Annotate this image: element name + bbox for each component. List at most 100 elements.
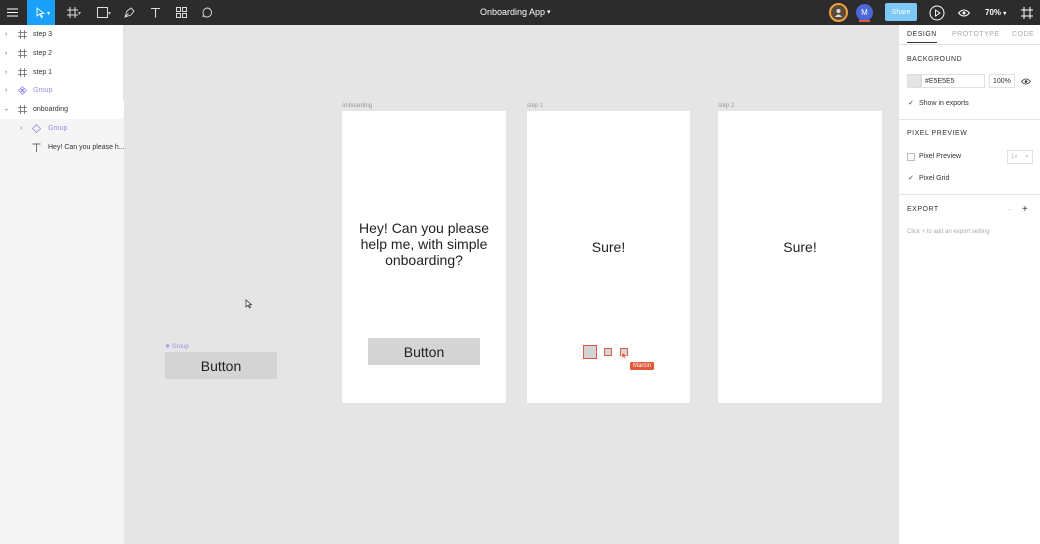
- components-button[interactable]: [172, 0, 190, 25]
- zoom-level[interactable]: 70% ▾: [985, 8, 1006, 17]
- layer-step-2[interactable]: › step 2: [0, 44, 124, 62]
- export-hint: Click + to add an export setting: [907, 229, 990, 235]
- toolbar: ▾ ▾ ▾ Onboarding App ▾ M Share 70% ▾: [0, 0, 1040, 25]
- layer-label: step 3: [33, 30, 53, 38]
- chevron-down-icon: ▾: [108, 11, 112, 17]
- present-button[interactable]: [927, 0, 947, 25]
- chevron-down-icon[interactable]: ▾: [547, 8, 551, 16]
- frame-step-2[interactable]: Sure!: [718, 111, 882, 403]
- mouse-cursor-icon: [245, 299, 253, 309]
- cursor-settings-button[interactable]: [1018, 0, 1036, 25]
- chevron-right-icon[interactable]: ›: [5, 50, 7, 57]
- background-hex-input[interactable]: #E5E5E5: [921, 74, 985, 88]
- menu-icon[interactable]: [0, 0, 25, 25]
- frame-label[interactable]: onboarding: [342, 103, 372, 109]
- tab-active-indicator: [907, 42, 937, 43]
- layer-label: step 1: [33, 68, 53, 76]
- small-square[interactable]: [583, 345, 597, 359]
- avatar[interactable]: [829, 3, 848, 22]
- view-settings-button[interactable]: [955, 0, 973, 25]
- onboarding-button[interactable]: Button: [368, 338, 480, 365]
- layer-label: step 2: [33, 49, 53, 57]
- chevron-right-icon[interactable]: ›: [5, 69, 7, 76]
- step-2-text: Sure!: [783, 239, 817, 255]
- onboarding-text: Hey! Can you please help me, with simple…: [359, 220, 489, 268]
- chevron-down-icon: ▾: [47, 11, 51, 17]
- layers-panel: › step 3 › step 2 › step 1 › Group › onb…: [0, 25, 125, 544]
- small-square[interactable]: [604, 348, 612, 356]
- frame-icon: [66, 7, 78, 18]
- show-in-exports-checkbox[interactable]: ✓: [907, 100, 915, 108]
- chevron-down-icon: ▾: [78, 11, 82, 17]
- document-title[interactable]: Onboarding App: [480, 7, 545, 17]
- collaborator-name-tag: Marcin: [630, 362, 655, 370]
- background-color-swatch[interactable]: [907, 74, 921, 88]
- frame-icon: [18, 29, 27, 39]
- background-heading: BACKGROUND: [907, 56, 963, 63]
- group-button[interactable]: Button: [165, 352, 277, 379]
- pen-tool-button[interactable]: [120, 0, 138, 25]
- chevron-down-icon[interactable]: ›: [3, 108, 10, 110]
- layer-label: Group: [48, 124, 68, 132]
- show-in-exports-label: Show in exports: [919, 100, 969, 107]
- instance-icon: [32, 123, 41, 133]
- share-button[interactable]: Share: [885, 3, 917, 21]
- component-icon: [18, 85, 27, 95]
- move-tool-button[interactable]: ▾: [27, 0, 55, 25]
- layer-label: onboarding: [33, 105, 69, 113]
- step-1-text: Sure!: [591, 239, 626, 255]
- chevron-right-icon[interactable]: ›: [5, 87, 7, 94]
- background-opacity-input[interactable]: 100%: [989, 74, 1015, 88]
- layer-step-3[interactable]: › step 3: [0, 25, 124, 43]
- frame-step-1[interactable]: Sure! Marcin: [527, 111, 690, 403]
- grid-icon: [175, 7, 187, 18]
- minus-icon[interactable]: −: [1008, 205, 1013, 214]
- layer-group-component[interactable]: › Group: [0, 81, 124, 99]
- layer-group-instance[interactable]: › Group: [0, 119, 124, 137]
- frame-icon: [1021, 6, 1033, 19]
- tab-design[interactable]: DESIGN: [907, 31, 937, 38]
- tab-prototype[interactable]: PROTOTYPE: [952, 31, 1000, 38]
- layer-step-1[interactable]: › step 1: [0, 63, 124, 81]
- comment-icon: [202, 7, 212, 18]
- layers-empty-area: [0, 119, 124, 544]
- divider: [899, 194, 1040, 195]
- frame-label[interactable]: step 2: [718, 103, 734, 109]
- active-user-indicator: [859, 20, 870, 22]
- pixel-grid-label: Pixel Grid: [919, 175, 950, 182]
- eye-icon: [958, 9, 970, 16]
- frame-icon: [18, 104, 27, 114]
- frame-label[interactable]: step 1: [527, 103, 543, 109]
- layer-label: Hey! Can you please h...: [48, 143, 125, 151]
- canvas[interactable]: ❖ Group Button onboarding Hey! Can you p…: [125, 25, 898, 544]
- chevron-down-icon: ▾: [1025, 154, 1028, 160]
- eye-icon[interactable]: [1021, 78, 1031, 85]
- pixel-preview-heading: PIXEL PREVIEW: [907, 130, 968, 137]
- plus-icon[interactable]: +: [1022, 204, 1028, 215]
- shape-tool-button[interactable]: ▾: [90, 0, 114, 25]
- pen-icon: [123, 7, 135, 18]
- tab-code[interactable]: CODE: [1012, 31, 1034, 38]
- avatar[interactable]: M: [856, 4, 873, 21]
- play-icon: [929, 5, 945, 20]
- pixel-grid-checkbox[interactable]: ✓: [907, 175, 915, 183]
- text-icon: [32, 143, 41, 152]
- text-tool-button[interactable]: [146, 0, 164, 25]
- divider: [899, 119, 1040, 120]
- frame-tool-button[interactable]: ▾: [60, 0, 84, 25]
- layer-onboarding[interactable]: › onboarding: [0, 100, 124, 118]
- layer-label: Group: [33, 86, 53, 94]
- chevron-right-icon[interactable]: ›: [5, 31, 7, 38]
- pixel-preview-checkbox[interactable]: [907, 153, 915, 161]
- user-photo-icon: [835, 9, 842, 17]
- comment-tool-button[interactable]: [198, 0, 216, 25]
- frame-icon: [18, 48, 27, 58]
- pixel-preview-scale-select[interactable]: 1x ▾: [1007, 150, 1033, 164]
- layer-text[interactable]: Hey! Can you please h...: [0, 138, 125, 156]
- group-tag: ❖ Group: [165, 344, 189, 350]
- frame-onboarding[interactable]: Hey! Can you please help me, with simple…: [342, 111, 506, 403]
- export-heading: EXPORT: [907, 206, 939, 213]
- properties-panel: DESIGN PROTOTYPE CODE BACKGROUND #E5E5E5…: [898, 25, 1040, 544]
- chevron-right-icon[interactable]: ›: [20, 125, 22, 132]
- frame-icon: [18, 67, 27, 77]
